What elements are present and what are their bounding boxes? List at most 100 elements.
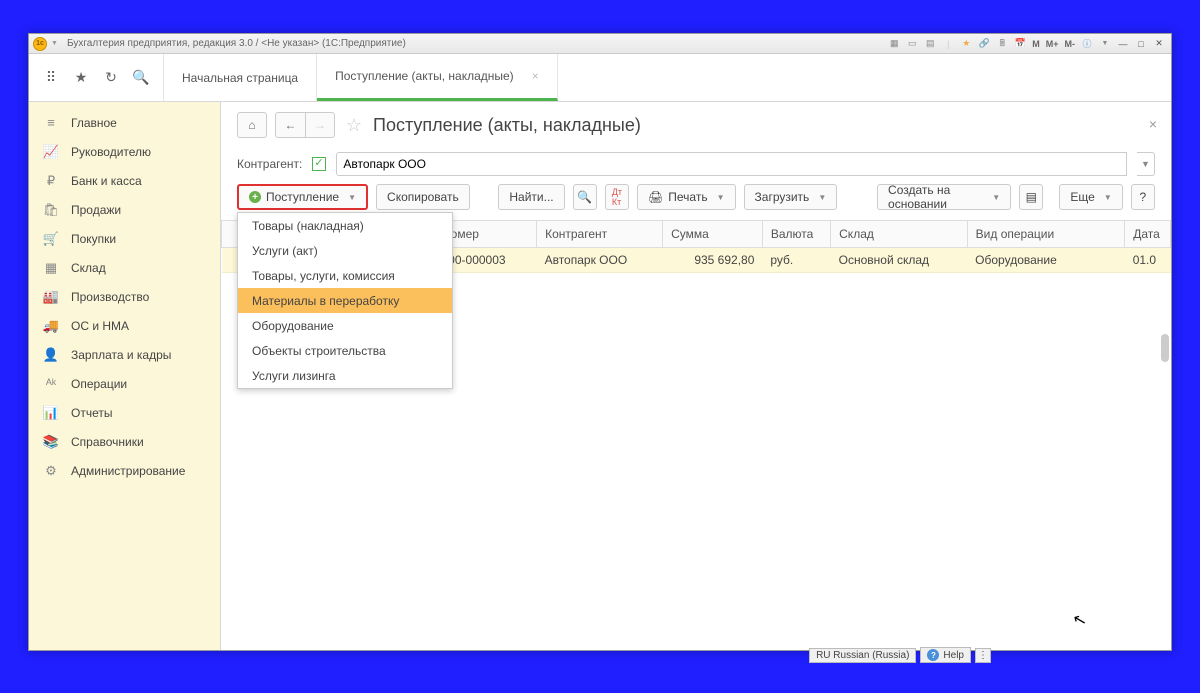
tab-home[interactable]: Начальная страница xyxy=(164,54,317,101)
app-menu-caret[interactable]: ▼ xyxy=(51,40,59,47)
sidebar-label: Отчеты xyxy=(71,406,112,420)
report-button[interactable]: ▤ xyxy=(1019,184,1043,210)
tb-caret[interactable]: ▼ xyxy=(1097,37,1113,51)
more-button[interactable]: Еще ▼ xyxy=(1059,184,1122,210)
sidebar-item-5[interactable]: ▦ Склад xyxy=(29,253,220,282)
contragent-input[interactable] xyxy=(336,152,1127,176)
sidebar-item-6[interactable]: 🏭Производство xyxy=(29,282,220,311)
sidebar-item-2[interactable]: ₽Банк и касса xyxy=(29,166,220,195)
sidebar-item-7[interactable]: 🚚ОС и НМА xyxy=(29,311,220,340)
help-indicator[interactable]: ?Help xyxy=(920,647,971,663)
chevron-down-icon: ▼ xyxy=(717,193,725,202)
sidebar-item-11[interactable]: 📚Справочники xyxy=(29,427,220,456)
sidebar-label: Операции xyxy=(71,377,127,391)
sidebar-item-10[interactable]: 📊Отчеты xyxy=(29,398,220,427)
load-button[interactable]: Загрузить ▼ xyxy=(744,184,838,210)
sidebar-icon: 🛒 xyxy=(43,231,59,247)
sidebar-label: ОС и НМА xyxy=(71,319,129,333)
contragent-dropdown-caret[interactable]: ▼ xyxy=(1137,152,1155,176)
tb-icon-4[interactable]: 🔗 xyxy=(976,37,992,51)
m-button[interactable]: M xyxy=(1030,37,1042,51)
tb-sep: | xyxy=(940,37,956,51)
col-header[interactable]: Вид операции xyxy=(967,221,1125,248)
titlebar: 1c ▼ Бухгалтерия предприятия, редакция 3… xyxy=(29,34,1171,54)
search-icon[interactable]: 🔍 xyxy=(129,66,153,90)
info-icon[interactable]: ⓘ xyxy=(1079,37,1095,51)
sidebar-item-9[interactable]: ᴬᵏОперации xyxy=(29,369,220,398)
dropdown-item-4[interactable]: Оборудование xyxy=(238,313,452,338)
col-header[interactable]: Склад xyxy=(831,221,968,248)
history-icon[interactable]: ↻ xyxy=(99,66,123,90)
sidebar-item-12[interactable]: ⚙Администрирование xyxy=(29,456,220,485)
statusbar: RU Russian (Russia) ?Help ⋮ xyxy=(809,646,991,664)
sidebar-icon: ▦ xyxy=(43,260,59,276)
back-button[interactable]: ← xyxy=(275,112,305,138)
app-icon: 1c xyxy=(33,37,47,51)
col-header[interactable]: Валюта xyxy=(762,221,830,248)
tb-icon-6[interactable]: 📅 xyxy=(1012,37,1028,51)
dt-kt-button[interactable]: ДтКт xyxy=(605,184,629,210)
sidebar-label: Банк и касса xyxy=(71,174,142,188)
tab-active[interactable]: Поступление (акты, накладные) × xyxy=(317,54,558,101)
tab-active-label: Поступление (акты, накладные) xyxy=(335,69,514,83)
sidebar-icon: ≡ xyxy=(43,115,59,131)
scrollbar-thumb[interactable] xyxy=(1161,334,1169,362)
tb-icon-1[interactable]: ▦ xyxy=(886,37,902,51)
sidebar-label: Администрирование xyxy=(71,464,185,478)
m-minus-button[interactable]: M- xyxy=(1063,37,1078,51)
sidebar-item-1[interactable]: 📈Руководителю xyxy=(29,137,220,166)
minimize-button[interactable]: — xyxy=(1115,37,1131,51)
sidebar-item-0[interactable]: ≡ Главное xyxy=(29,108,220,137)
dropdown-item-6[interactable]: Услуги лизинга xyxy=(238,363,452,388)
dropdown-item-3[interactable]: Материалы в переработку xyxy=(238,288,452,313)
toolbar: + Поступление ▼ Скопировать Найти... 🔍 Д… xyxy=(221,184,1171,220)
favorite-icon[interactable]: ★ xyxy=(958,37,974,51)
print-button[interactable]: 🖨 Печать ▼ xyxy=(637,184,735,210)
sidebar-label: Склад xyxy=(71,261,106,275)
sidebar-item-4[interactable]: 🛒Покупки xyxy=(29,224,220,253)
tab-home-label: Начальная страница xyxy=(182,71,298,85)
create-on-basis-button[interactable]: Создать на основании ▼ xyxy=(877,184,1011,210)
sidebar-label: Руководителю xyxy=(71,145,151,159)
forward-button[interactable]: → xyxy=(305,112,335,138)
tb-icon-3[interactable]: ▤ xyxy=(922,37,938,51)
create-receipt-button[interactable]: + Поступление ▼ xyxy=(237,184,368,210)
status-menu[interactable]: ⋮ xyxy=(975,648,991,663)
receipt-type-dropdown: Товары (накладная)Услуги (акт)Товары, ус… xyxy=(237,212,453,389)
cell-contragent: Автопарк ООО xyxy=(537,248,663,273)
maximize-button[interactable]: □ xyxy=(1133,37,1149,51)
clear-filter-button[interactable]: 🔍 xyxy=(573,184,597,210)
filter-checkbox[interactable] xyxy=(312,157,326,171)
col-header[interactable]: Сумма xyxy=(663,221,763,248)
tab-close-icon[interactable]: × xyxy=(532,69,539,83)
apps-grid-icon[interactable]: ⠿ xyxy=(39,66,63,90)
find-button[interactable]: Найти... xyxy=(498,184,564,210)
page-close-icon[interactable]: × xyxy=(1149,116,1157,132)
home-button[interactable]: ⌂ xyxy=(237,112,267,138)
help-button[interactable]: ? xyxy=(1131,184,1155,210)
dropdown-item-2[interactable]: Товары, услуги, комиссия xyxy=(238,263,452,288)
sidebar-label: Зарплата и кадры xyxy=(71,348,171,362)
star-outline-icon[interactable]: ★ xyxy=(69,66,93,90)
sidebar-label: Главное xyxy=(71,116,117,130)
tb-icon-2[interactable]: ▭ xyxy=(904,37,920,51)
dropdown-item-1[interactable]: Услуги (акт) xyxy=(238,238,452,263)
window-title: Бухгалтерия предприятия, редакция 3.0 / … xyxy=(67,38,406,49)
language-indicator[interactable]: RU Russian (Russia) xyxy=(809,648,916,663)
m-plus-button[interactable]: M+ xyxy=(1044,37,1061,51)
dropdown-item-5[interactable]: Объекты строительства xyxy=(238,338,452,363)
cell-date: 01.0 xyxy=(1125,248,1171,273)
cell-sum: 935 692,80 xyxy=(663,248,763,273)
dropdown-item-0[interactable]: Товары (накладная) xyxy=(238,213,452,238)
col-header[interactable]: Дата xyxy=(1125,221,1171,248)
page-star-icon[interactable]: ☆ xyxy=(343,114,365,136)
sidebar-item-8[interactable]: 👤 Зарплата и кадры xyxy=(29,340,220,369)
col-header[interactable]: Контрагент xyxy=(537,221,663,248)
sidebar-label: Продажи xyxy=(71,203,121,217)
sidebar-item-3[interactable]: 🛍Продажи xyxy=(29,195,220,224)
sidebar-icon: 👤 xyxy=(43,347,59,363)
tb-icon-5[interactable]: 🖩 xyxy=(994,37,1010,51)
sidebar-label: Справочники xyxy=(71,435,144,449)
close-button[interactable]: ✕ xyxy=(1151,37,1167,51)
copy-button[interactable]: Скопировать xyxy=(376,184,470,210)
